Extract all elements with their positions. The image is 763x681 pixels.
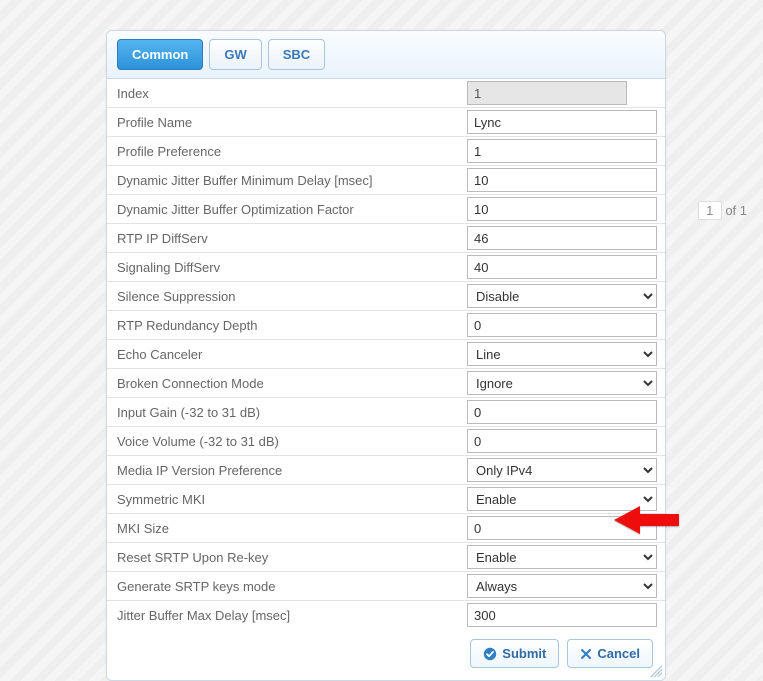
tab-common[interactable]: Common: [117, 39, 203, 70]
row-input-gain: Input Gain (-32 to 31 dB): [107, 398, 665, 427]
footer: Submit Cancel: [107, 629, 665, 680]
check-circle-icon: [483, 647, 497, 661]
row-echo-cancel: Echo Canceler Line: [107, 340, 665, 369]
label-dj-min-delay: Dynamic Jitter Buffer Minimum Delay [mse…: [107, 169, 467, 192]
sym-mki-select[interactable]: Enable: [467, 487, 657, 511]
gen-srtp-select[interactable]: Always: [467, 574, 657, 598]
label-index: Index: [107, 82, 467, 105]
label-echo-cancel: Echo Canceler: [107, 343, 467, 366]
echo-cancel-select[interactable]: Line: [467, 342, 657, 366]
row-sym-mki: Symmetric MKI Enable: [107, 485, 665, 514]
dj-min-delay-input[interactable]: [467, 168, 657, 192]
tab-bar: Common GW SBC: [107, 31, 665, 79]
row-dj-opt-factor: Dynamic Jitter Buffer Optimization Facto…: [107, 195, 665, 224]
rtp-diffserv-input[interactable]: [467, 226, 657, 250]
silence-supp-select[interactable]: Disable: [467, 284, 657, 308]
label-mki-size: MKI Size: [107, 517, 467, 540]
row-gen-srtp: Generate SRTP keys mode Always: [107, 572, 665, 601]
label-jb-max-delay: Jitter Buffer Max Delay [msec]: [107, 604, 467, 627]
jb-max-delay-input[interactable]: [467, 603, 657, 627]
label-profile-name: Profile Name: [107, 111, 467, 134]
cancel-button[interactable]: Cancel: [567, 639, 653, 668]
submit-button[interactable]: Submit: [470, 639, 559, 668]
row-jb-max-delay: Jitter Buffer Max Delay [msec]: [107, 601, 665, 629]
reset-srtp-select[interactable]: Enable: [467, 545, 657, 569]
row-rtp-redundancy: RTP Redundancy Depth: [107, 311, 665, 340]
broken-conn-select[interactable]: Ignore: [467, 371, 657, 395]
settings-panel: Common GW SBC Index Profile Name Profile…: [106, 30, 666, 681]
row-index: Index: [107, 79, 665, 108]
ip-ver-pref-select[interactable]: Only IPv4: [467, 458, 657, 482]
label-silence-supp: Silence Suppression: [107, 285, 467, 308]
label-ip-ver-pref: Media IP Version Preference: [107, 459, 467, 482]
row-dj-min-delay: Dynamic Jitter Buffer Minimum Delay [mse…: [107, 166, 665, 195]
page-info: 1 of 1: [698, 201, 747, 220]
label-reset-srtp: Reset SRTP Upon Re-key: [107, 546, 467, 569]
row-ip-ver-pref: Media IP Version Preference Only IPv4: [107, 456, 665, 485]
label-voice-volume: Voice Volume (-32 to 31 dB): [107, 430, 467, 453]
label-input-gain: Input Gain (-32 to 31 dB): [107, 401, 467, 424]
label-dj-opt-factor: Dynamic Jitter Buffer Optimization Facto…: [107, 198, 467, 221]
page-of: of 1: [725, 203, 747, 218]
row-reset-srtp: Reset SRTP Upon Re-key Enable: [107, 543, 665, 572]
label-profile-pref: Profile Preference: [107, 140, 467, 163]
label-broken-conn: Broken Connection Mode: [107, 372, 467, 395]
page-number: 1: [698, 201, 722, 220]
label-rtp-redundancy: RTP Redundancy Depth: [107, 314, 467, 337]
profile-name-input[interactable]: [467, 110, 657, 134]
resize-handle[interactable]: [650, 665, 662, 677]
row-broken-conn: Broken Connection Mode Ignore: [107, 369, 665, 398]
tab-sbc[interactable]: SBC: [268, 39, 325, 70]
dj-opt-factor-input[interactable]: [467, 197, 657, 221]
profile-pref-input[interactable]: [467, 139, 657, 163]
label-rtp-diffserv: RTP IP DiffServ: [107, 227, 467, 250]
x-icon: [580, 648, 592, 660]
mki-size-input[interactable]: [467, 516, 657, 540]
form-body: Index Profile Name Profile Preference Dy…: [107, 79, 665, 629]
label-sym-mki: Symmetric MKI: [107, 488, 467, 511]
sig-diffserv-input[interactable]: [467, 255, 657, 279]
rtp-redundancy-input[interactable]: [467, 313, 657, 337]
row-sig-diffserv: Signaling DiffServ: [107, 253, 665, 282]
row-profile-name: Profile Name: [107, 108, 665, 137]
row-voice-volume: Voice Volume (-32 to 31 dB): [107, 427, 665, 456]
row-rtp-diffserv: RTP IP DiffServ: [107, 224, 665, 253]
row-profile-pref: Profile Preference: [107, 137, 665, 166]
label-sig-diffserv: Signaling DiffServ: [107, 256, 467, 279]
tab-gw[interactable]: GW: [209, 39, 261, 70]
submit-label: Submit: [502, 646, 546, 661]
label-gen-srtp: Generate SRTP keys mode: [107, 575, 467, 598]
row-silence-supp: Silence Suppression Disable: [107, 282, 665, 311]
input-gain-input[interactable]: [467, 400, 657, 424]
index-input: [467, 81, 627, 105]
cancel-label: Cancel: [597, 646, 640, 661]
row-mki-size: MKI Size: [107, 514, 665, 543]
voice-volume-input[interactable]: [467, 429, 657, 453]
